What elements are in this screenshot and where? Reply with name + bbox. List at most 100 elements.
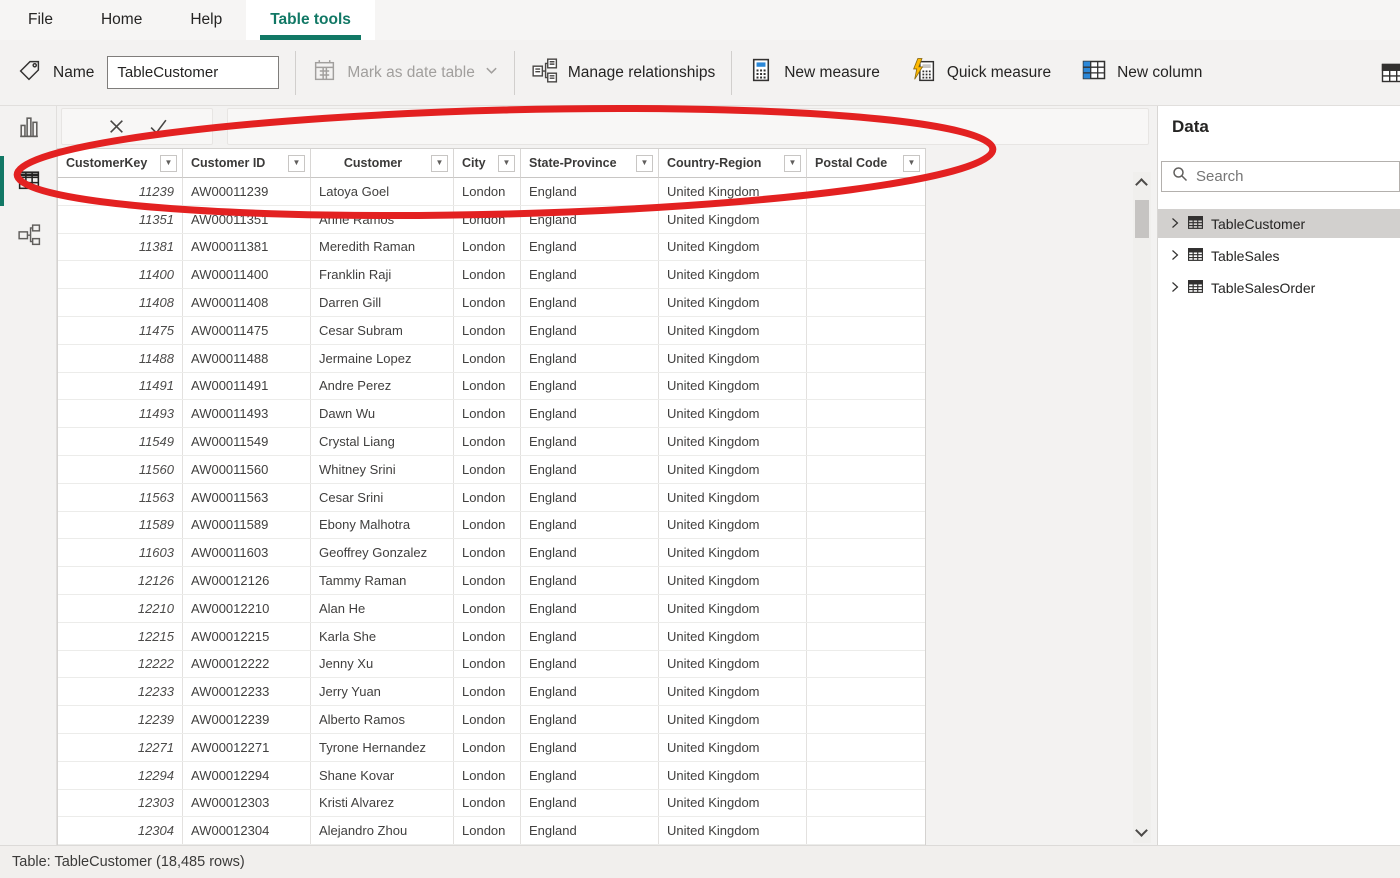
filter-dropdown-icon[interactable]: ▼	[160, 154, 177, 172]
cell-customer-id[interactable]: AW00011563	[183, 483, 311, 511]
cell-postal-code[interactable]	[807, 345, 925, 372]
search-box[interactable]	[1161, 161, 1400, 192]
cell-city[interactable]: London	[454, 428, 521, 455]
cell-customer-id[interactable]: AW00012215	[183, 622, 311, 650]
cell-state-province[interactable]: England	[521, 567, 659, 594]
cell-postal-code[interactable]	[807, 734, 925, 761]
cell-country-region[interactable]: United Kingdom	[659, 261, 807, 289]
cell-city[interactable]: London	[454, 178, 521, 205]
cell-country-region[interactable]: United Kingdom	[659, 344, 807, 372]
cell-customer-key[interactable]: 11493	[58, 400, 183, 428]
cell-customer-id[interactable]: AW00011589	[183, 511, 311, 539]
cell-city[interactable]: London	[454, 289, 521, 316]
cell-country-region[interactable]: United Kingdom	[659, 733, 807, 761]
mark-as-date-table-button[interactable]: Mark as date table	[312, 58, 498, 88]
cell-state-province[interactable]: England	[521, 289, 659, 316]
column-header[interactable]: Customer ID ▼	[183, 149, 311, 178]
cell-country-region[interactable]: United Kingdom	[659, 706, 807, 733]
cell-city[interactable]: London	[454, 650, 521, 678]
cell-city[interactable]: London	[454, 455, 521, 483]
cell-customer-key[interactable]: 11549	[58, 428, 183, 455]
cell-customer-key[interactable]: 12215	[58, 622, 183, 650]
cell-country-region[interactable]: United Kingdom	[659, 678, 807, 706]
cell-country-region[interactable]: United Kingdom	[659, 289, 807, 316]
scroll-down-icon[interactable]	[1135, 824, 1148, 837]
cell-state-province[interactable]: England	[521, 372, 659, 400]
cell-country-region[interactable]: United Kingdom	[659, 817, 807, 845]
filter-dropdown-icon[interactable]: ▼	[498, 154, 515, 172]
cell-city[interactable]: London	[454, 761, 521, 789]
cell-customer-name[interactable]: Shane Kovar	[311, 761, 454, 789]
cell-state-province[interactable]: England	[521, 594, 659, 622]
column-header[interactable]: Postal Code ▼	[807, 149, 925, 178]
cell-customer-id[interactable]: AW00012271	[183, 733, 311, 761]
cell-customer-id[interactable]: AW00011488	[183, 344, 311, 372]
scroll-up-icon[interactable]	[1135, 178, 1148, 191]
cancel-icon[interactable]	[106, 117, 126, 137]
cell-country-region[interactable]: United Kingdom	[659, 650, 807, 678]
cell-city[interactable]: London	[454, 706, 521, 733]
cell-state-province[interactable]: England	[521, 650, 659, 678]
cell-postal-code[interactable]	[807, 484, 925, 511]
cell-customer-name[interactable]: Anne Ramos	[311, 205, 454, 233]
cell-customer-name[interactable]: Andre Perez	[311, 372, 454, 400]
cell-city[interactable]: London	[454, 316, 521, 344]
cell-postal-code[interactable]	[807, 678, 925, 705]
cell-postal-code[interactable]	[807, 651, 925, 678]
cell-postal-code[interactable]	[807, 317, 925, 344]
cell-state-province[interactable]: England	[521, 205, 659, 233]
cell-customer-id[interactable]: AW00012303	[183, 789, 311, 817]
cell-postal-code[interactable]	[807, 567, 925, 594]
scrollbar-thumb[interactable]	[1135, 200, 1149, 238]
cell-customer-id[interactable]: AW00011560	[183, 455, 311, 483]
cell-country-region[interactable]: United Kingdom	[659, 372, 807, 400]
cell-customer-name[interactable]: Franklin Raji	[311, 261, 454, 289]
cell-state-province[interactable]: England	[521, 400, 659, 428]
cell-state-province[interactable]: England	[521, 789, 659, 817]
cell-state-province[interactable]: England	[521, 178, 659, 205]
cell-postal-code[interactable]	[807, 456, 925, 483]
cell-state-province[interactable]: England	[521, 428, 659, 455]
cell-city[interactable]: London	[454, 372, 521, 400]
new-table-icon-partial[interactable]	[1380, 60, 1400, 86]
cell-postal-code[interactable]	[807, 206, 925, 233]
filter-dropdown-icon[interactable]: ▼	[288, 154, 305, 172]
cell-postal-code[interactable]	[807, 261, 925, 288]
cell-state-province[interactable]: England	[521, 761, 659, 789]
cell-customer-key[interactable]: 11239	[58, 178, 183, 205]
cell-customer-key[interactable]: 11563	[58, 483, 183, 511]
cell-state-province[interactable]: England	[521, 455, 659, 483]
cell-customer-id[interactable]: AW00012210	[183, 594, 311, 622]
vertical-scrollbar[interactable]	[1133, 172, 1151, 843]
chevron-right-icon[interactable]	[1170, 280, 1180, 296]
cell-customer-id[interactable]: AW00011351	[183, 205, 311, 233]
ribbon-tab[interactable]: Home	[77, 0, 166, 40]
cell-country-region[interactable]: United Kingdom	[659, 789, 807, 817]
cell-customer-key[interactable]: 12294	[58, 761, 183, 789]
cell-customer-key[interactable]: 12233	[58, 678, 183, 706]
ribbon-tab[interactable]: File	[4, 0, 77, 40]
column-header[interactable]: CustomerKey ▼	[58, 149, 183, 178]
cell-customer-id[interactable]: AW00011408	[183, 289, 311, 316]
cell-customer-name[interactable]: Crystal Liang	[311, 428, 454, 455]
table-name-input[interactable]	[107, 56, 280, 89]
cell-state-province[interactable]: England	[521, 678, 659, 706]
cell-country-region[interactable]: United Kingdom	[659, 316, 807, 344]
cell-state-province[interactable]: England	[521, 706, 659, 733]
cell-state-province[interactable]: England	[521, 316, 659, 344]
cell-customer-id[interactable]: AW00011603	[183, 539, 311, 567]
column-header[interactable]: Customer ▼	[311, 149, 454, 178]
cell-state-province[interactable]: England	[521, 233, 659, 261]
cell-customer-key[interactable]: 12304	[58, 817, 183, 845]
cell-customer-name[interactable]: Tyrone Hernandez	[311, 733, 454, 761]
cell-customer-name[interactable]: Kristi Alvarez	[311, 789, 454, 817]
data-view-icon[interactable]	[16, 167, 42, 193]
cell-state-province[interactable]: England	[521, 622, 659, 650]
cell-city[interactable]: London	[454, 511, 521, 539]
cell-customer-name[interactable]: Cesar Subram	[311, 316, 454, 344]
report-view-icon[interactable]	[16, 114, 42, 140]
cell-customer-name[interactable]: Whitney Srini	[311, 455, 454, 483]
cell-customer-name[interactable]: Darren Gill	[311, 289, 454, 316]
cell-customer-key[interactable]: 11381	[58, 233, 183, 261]
cell-customer-id[interactable]: AW00011491	[183, 372, 311, 400]
